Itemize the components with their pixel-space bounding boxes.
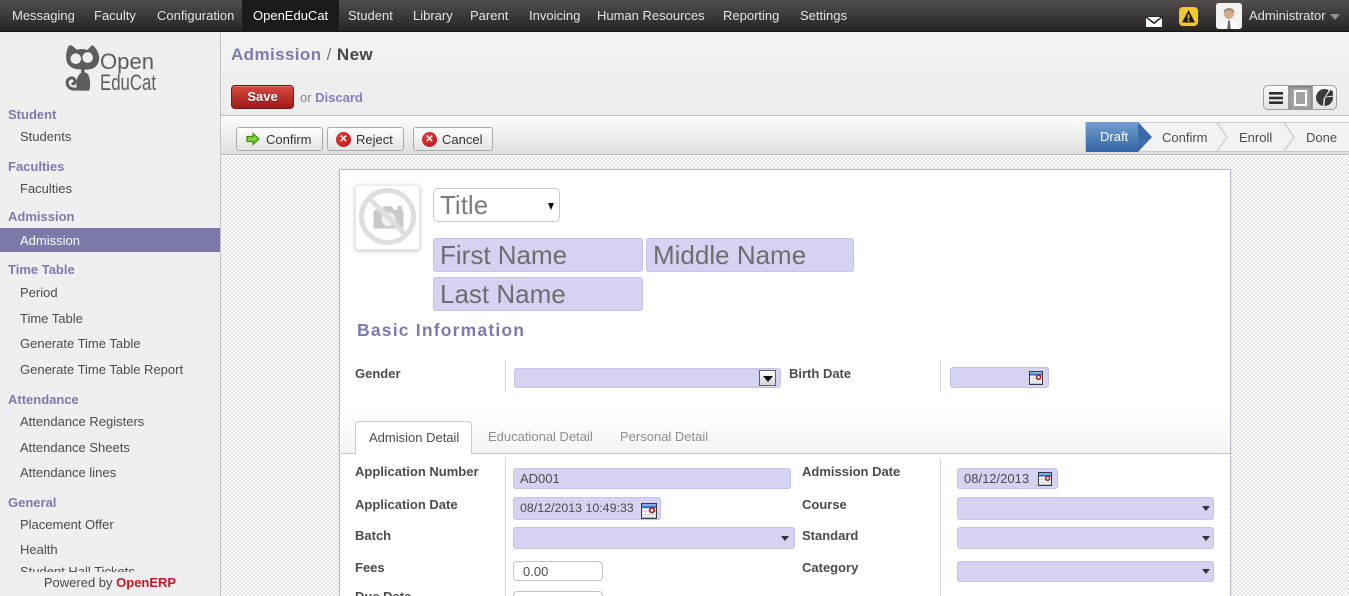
svg-text:EduCat: EduCat	[100, 70, 157, 95]
